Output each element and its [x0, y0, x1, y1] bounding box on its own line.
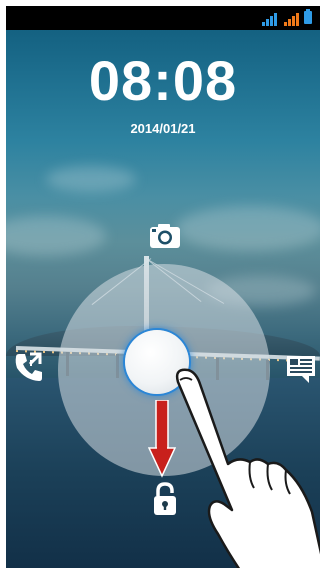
- background-cloud: [46, 166, 136, 192]
- device-frame: 08:08 2014/01/21: [0, 0, 324, 573]
- signal-strength-icon: [284, 12, 300, 26]
- hand-gesture-icon: [175, 368, 320, 568]
- camera-icon: [150, 224, 180, 248]
- background-cloud: [176, 206, 320, 251]
- lock-date: 2014/01/21: [130, 121, 196, 136]
- phone-icon: [15, 352, 42, 381]
- phone-shortcut[interactable]: [12, 350, 46, 384]
- camera-shortcut[interactable]: [148, 222, 182, 250]
- lock-screen: 08:08 2014/01/21: [6, 6, 320, 568]
- status-bar: [6, 6, 320, 30]
- signal-strength-icon: [262, 12, 278, 26]
- lock-clock: 08:08: [88, 49, 238, 112]
- background-cloud: [6, 216, 106, 256]
- battery-icon: [304, 9, 312, 24]
